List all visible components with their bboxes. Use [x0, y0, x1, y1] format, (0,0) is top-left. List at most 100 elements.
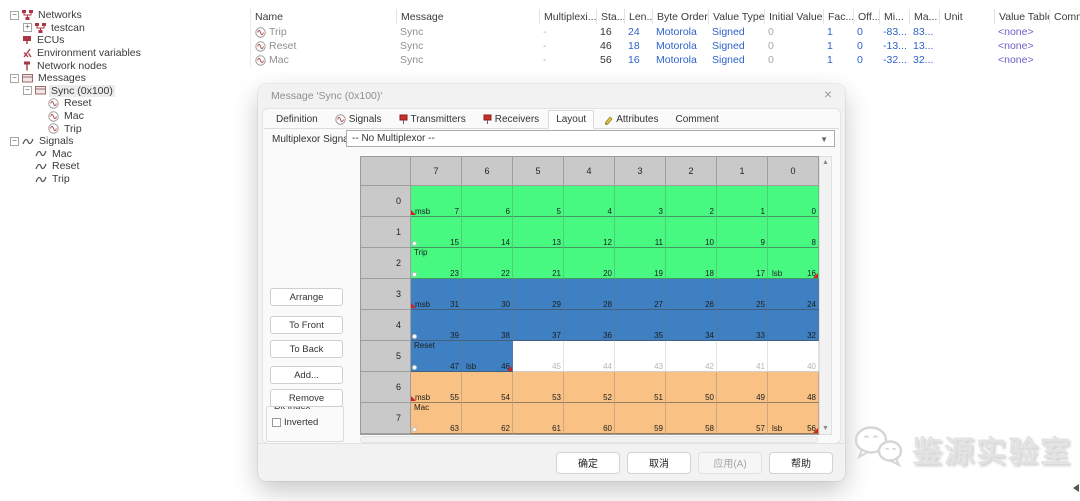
bit-cell-6[interactable]: 6	[462, 186, 513, 217]
bit-cell-10[interactable]: 10	[666, 217, 717, 248]
bit-cell-1[interactable]: 1	[717, 186, 768, 217]
tree-item-mac[interactable]: Mac	[10, 110, 248, 123]
bit-cell-25[interactable]: 25	[717, 279, 768, 310]
tree-item-messages[interactable]: −Messages	[10, 72, 248, 85]
column-header-fac[interactable]: Fac...	[823, 9, 853, 24]
remove-button[interactable]: Remove	[270, 389, 343, 407]
bit-cell-60[interactable]: 60	[564, 403, 615, 434]
collapse-icon[interactable]: −	[10, 11, 19, 20]
bit-cell-51[interactable]: 51	[615, 372, 666, 403]
bit-cell-31[interactable]: msb31	[411, 279, 462, 310]
column-header-mi[interactable]: Mi...	[879, 9, 909, 24]
bit-cell-37[interactable]: 37	[513, 310, 564, 341]
bit-cell-3[interactable]: 3	[615, 186, 666, 217]
column-header-message[interactable]: Message	[396, 9, 539, 24]
column-header-comm[interactable]: Comm	[1049, 9, 1080, 24]
column-header-len[interactable]: Len...	[624, 9, 652, 24]
bit-cell-26[interactable]: 26	[666, 279, 717, 310]
bit-cell-21[interactable]: 21	[513, 248, 564, 279]
column-header-value-table[interactable]: Value Table	[994, 9, 1049, 24]
tree-item-networks[interactable]: −Networks	[10, 9, 248, 22]
tree-item-mac[interactable]: Mac	[10, 148, 248, 161]
column-header-unit[interactable]: Unit	[939, 9, 994, 24]
bit-cell-27[interactable]: 27	[615, 279, 666, 310]
tree-item-testcan[interactable]: +testcan	[10, 22, 248, 35]
inverted-checkbox[interactable]	[272, 418, 281, 427]
bit-cell-39[interactable]: 39	[411, 310, 462, 341]
bit-cell-28[interactable]: 28	[564, 279, 615, 310]
bit-cell-57[interactable]: 57	[717, 403, 768, 434]
bit-cell-11[interactable]: 11	[615, 217, 666, 248]
table-row-mac[interactable]: MacSync-5616MotorolaSigned010-32...32...…	[251, 53, 1080, 67]
collapse-icon[interactable]: −	[10, 74, 19, 83]
multiplexor-select[interactable]: -- No Multiplexor -- ▼	[346, 130, 835, 147]
bit-cell-12[interactable]: 12	[564, 217, 615, 248]
expand-icon[interactable]: +	[23, 23, 32, 32]
tree-item-reset[interactable]: Reset	[10, 160, 248, 173]
close-icon[interactable]: ×	[824, 87, 832, 101]
bit-cell-58[interactable]: 58	[666, 403, 717, 434]
bit-cell-34[interactable]: 34	[666, 310, 717, 341]
column-header-sta[interactable]: Sta...	[596, 9, 624, 24]
bit-cell-18[interactable]: 18	[666, 248, 717, 279]
column-header-name[interactable]: Name	[251, 9, 396, 24]
bit-cell-13[interactable]: 13	[513, 217, 564, 248]
bit-cell-36[interactable]: 36	[564, 310, 615, 341]
bit-cell-48[interactable]: 48	[768, 372, 819, 403]
add-button[interactable]: Add...	[270, 366, 343, 384]
column-header-multiplexi[interactable]: Multiplexi...	[539, 9, 596, 24]
bit-cell-20[interactable]: 20	[564, 248, 615, 279]
inverted-checkbox-row[interactable]: Inverted	[272, 417, 318, 428]
arrange-button[interactable]: Arrange	[270, 288, 343, 306]
to-front-button[interactable]: To Front	[270, 316, 343, 334]
bit-cell-14[interactable]: 14	[462, 217, 513, 248]
bit-cell-9[interactable]: 9	[717, 217, 768, 248]
column-header-byte-order[interactable]: Byte Order	[652, 9, 708, 24]
tree-item-trip[interactable]: Trip	[10, 122, 248, 135]
column-header-value-type[interactable]: Value Type	[708, 9, 764, 24]
bit-cell-8[interactable]: 8	[768, 217, 819, 248]
grid-horizontal-scrollbar[interactable]	[360, 436, 818, 443]
bit-cell-33[interactable]: 33	[717, 310, 768, 341]
bit-cell-35[interactable]: 35	[615, 310, 666, 341]
tab-definition[interactable]: Definition	[268, 110, 326, 129]
collapse-icon[interactable]: −	[23, 86, 32, 95]
bit-cell-17[interactable]: 17	[717, 248, 768, 279]
tab-receivers[interactable]: Receivers	[475, 110, 547, 129]
tab-transmitters[interactable]: Transmitters	[391, 110, 474, 129]
bit-cell-24[interactable]: 24	[768, 279, 819, 310]
tab-attributes[interactable]: Attributes	[595, 110, 666, 129]
grid-vertical-scrollbar[interactable]: ▲ ▼	[819, 156, 832, 435]
bit-cell-15[interactable]: 15	[411, 217, 462, 248]
bit-cell-54[interactable]: 54	[462, 372, 513, 403]
bit-cell-0[interactable]: 0	[768, 186, 819, 217]
tree-item-ecus[interactable]: ECUs	[10, 34, 248, 47]
column-header-ma[interactable]: Ma...	[909, 9, 939, 24]
bit-cell-4[interactable]: 4	[564, 186, 615, 217]
table-row-reset[interactable]: ResetSync-4618MotorolaSigned010-13...13.…	[251, 39, 1080, 53]
table-row-trip[interactable]: TripSync-1624MotorolaSigned010-83...83..…	[251, 25, 1080, 39]
footer-button-[interactable]: 确定	[556, 452, 620, 474]
tree-item-network-nodes[interactable]: Network nodes	[10, 59, 248, 72]
tab-signals[interactable]: Signals	[327, 110, 390, 129]
bit-cell-53[interactable]: 53	[513, 372, 564, 403]
tree-item-signals[interactable]: −Signals	[10, 135, 248, 148]
tab-comment[interactable]: Comment	[667, 110, 726, 129]
bit-cell-46[interactable]: lsb46	[462, 341, 513, 372]
collapse-icon[interactable]: −	[10, 137, 19, 146]
column-header-initial-value[interactable]: Initial Value	[764, 9, 823, 24]
bit-cell-5[interactable]: 5	[513, 186, 564, 217]
tree-item-trip[interactable]: Trip	[10, 173, 248, 186]
bit-cell-32[interactable]: 32	[768, 310, 819, 341]
column-header-off[interactable]: Off...	[853, 9, 879, 24]
tree-item-reset[interactable]: Reset	[10, 97, 248, 110]
tree-item-sync-0x100[interactable]: −Sync (0x100)	[10, 85, 248, 98]
bit-cell-22[interactable]: 22	[462, 248, 513, 279]
bit-cell-19[interactable]: 19	[615, 248, 666, 279]
bit-cell-56[interactable]: lsb56	[768, 403, 819, 434]
bit-cell-38[interactable]: 38	[462, 310, 513, 341]
bit-cell-30[interactable]: 30	[462, 279, 513, 310]
footer-button-[interactable]: 帮助	[769, 452, 833, 474]
bit-cell-52[interactable]: 52	[564, 372, 615, 403]
scroll-down-icon[interactable]: ▼	[822, 425, 829, 432]
